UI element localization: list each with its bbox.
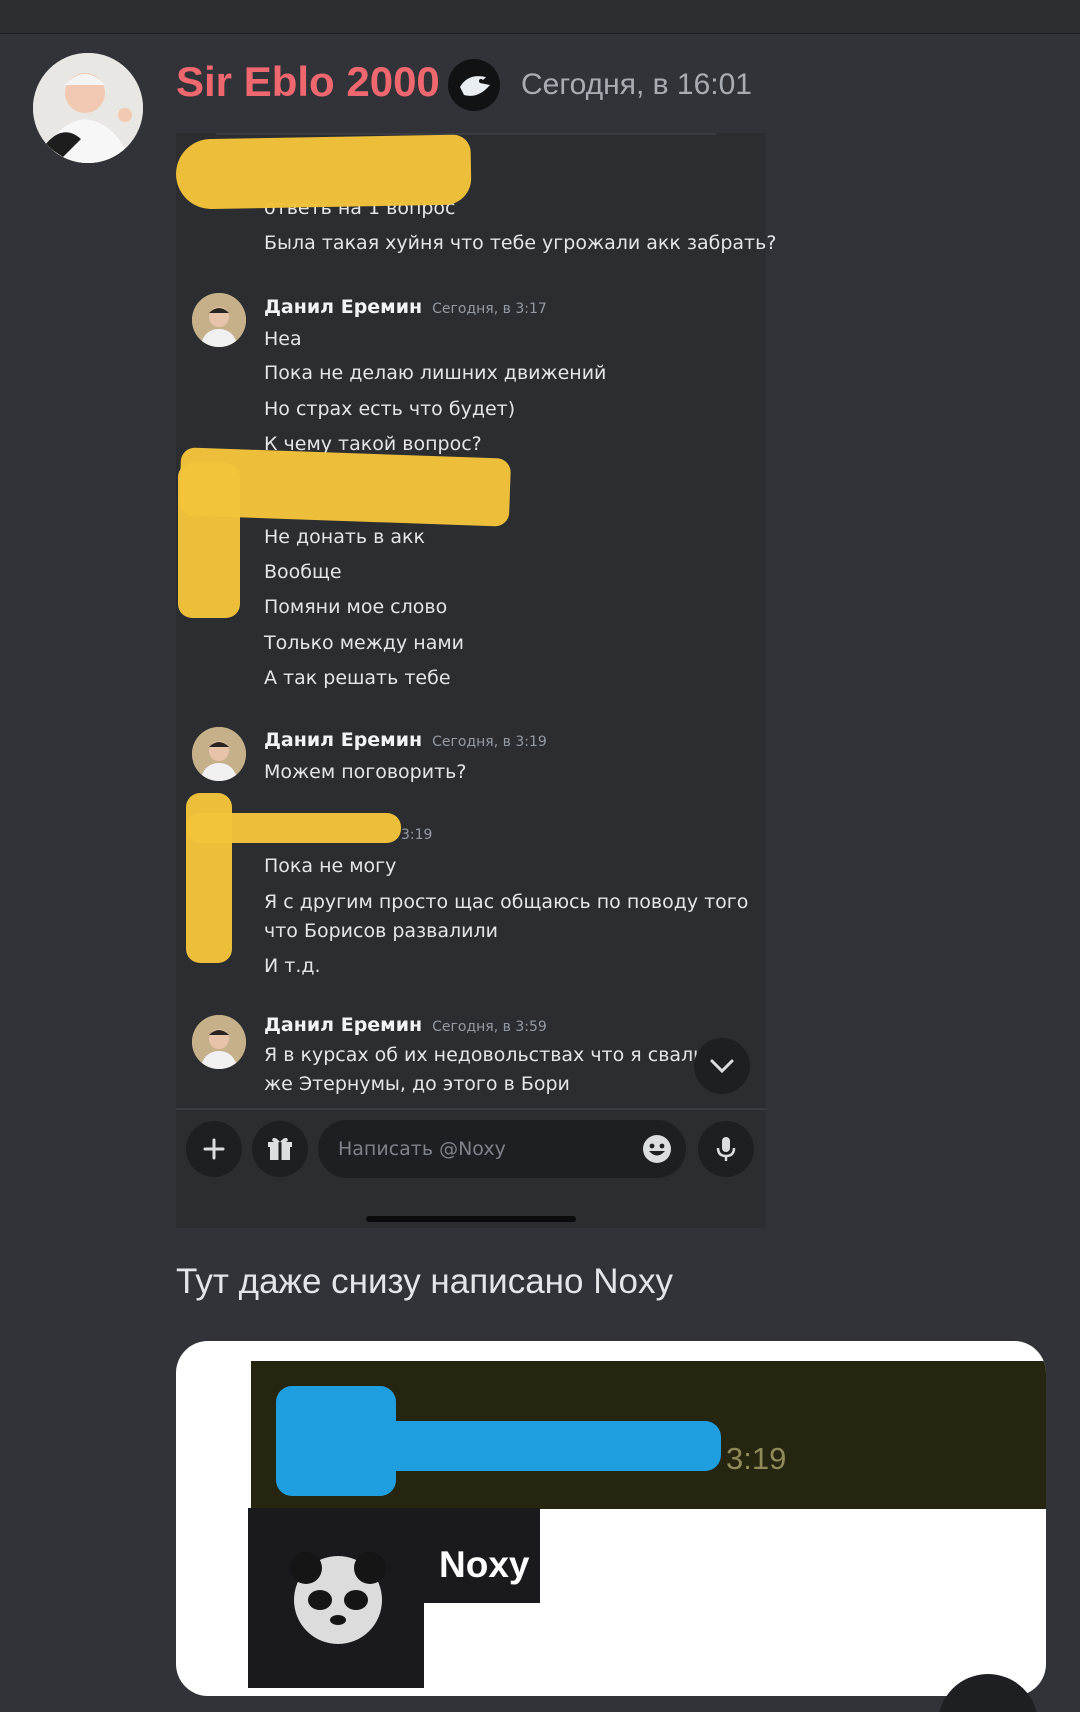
chevron-down-icon[interactable] (694, 1038, 750, 1094)
divider (176, 1108, 766, 1110)
message-line: Только между нами (264, 632, 465, 654)
home-indicator (366, 1216, 576, 1222)
avatar[interactable] (192, 1015, 246, 1069)
message-line: что Борисов развалили (264, 920, 498, 942)
bot-badge-icon (448, 59, 500, 111)
message-line: Я в курсах об их недовольствах что я сва… (264, 1044, 718, 1066)
message-line: Можем поговорить? (264, 761, 467, 783)
message-time: Сегодня, в 3:19 (432, 734, 547, 750)
gift-icon[interactable] (252, 1121, 308, 1177)
message-time: Сегодня, в 3:17 (432, 301, 547, 317)
message-line: Вообще (264, 561, 342, 583)
profile-avatar (248, 1508, 424, 1688)
message-line: Была такая хуйня что тебе угрожали акк з… (264, 232, 777, 254)
avatar[interactable] (192, 293, 246, 347)
avatar[interactable] (33, 53, 143, 163)
redaction-scribble (178, 463, 240, 618)
message-line: же Этернумы, до этого в Бори (264, 1073, 570, 1095)
embedded-image[interactable]: 3:19 Noxy (176, 1341, 1046, 1696)
message-line: Но страх есть что будет) (264, 398, 516, 420)
profile-name: Noxy (439, 1544, 530, 1585)
plus-icon[interactable] (186, 1121, 242, 1177)
redaction-scribble (276, 1421, 721, 1471)
timestamp: Сегодня, в 16:01 (521, 68, 752, 101)
author-label: Данил Еремин (264, 1014, 423, 1036)
author-label: Данил Еремин (264, 729, 423, 751)
redaction-scribble (186, 793, 232, 963)
message-line: И т.д. (264, 955, 321, 977)
message-line: Помяни мое слово (264, 596, 448, 618)
message-input[interactable]: Написать @Noxy (318, 1120, 686, 1178)
divider (216, 133, 716, 135)
embedded-screenshot: ответь на 1 вопрос Была такая хуйня что … (175, 133, 776, 1228)
author-label: Данил Еремин (264, 296, 423, 318)
redaction-scribble (175, 134, 472, 210)
message-line: А так решать тебе (264, 667, 451, 689)
top-bar (0, 0, 1080, 34)
message-time: Сегодня, в 3:59 (432, 1019, 547, 1035)
message-line: Неа (264, 328, 302, 350)
message-line: Пока не могу (264, 855, 397, 877)
message-time: 3:19 (726, 1441, 787, 1476)
microphone-icon[interactable] (698, 1121, 754, 1177)
input-placeholder: Написать @Noxy (338, 1138, 506, 1160)
message-time: 3:19 (401, 827, 433, 843)
message-line: Не донать в акк (264, 526, 425, 548)
message-line: Пока не делаю лишних движений (264, 362, 607, 384)
author-name[interactable]: Sir Eblo 2000 (176, 58, 440, 106)
avatar[interactable] (192, 727, 246, 781)
message-author[interactable]: Данил Еремин Сегодня, в 3:59 (264, 1014, 547, 1036)
message-author[interactable]: Данил Еремин Сегодня, в 3:17 (264, 296, 547, 318)
emoji-icon[interactable] (640, 1132, 674, 1166)
message-text: Тут даже снизу написано Noxy (176, 1262, 673, 1301)
message-line: Я с другим просто щас общаюсь по поводу … (264, 891, 749, 913)
message-author[interactable]: Данил Еремин Сегодня, в 3:19 (264, 729, 547, 751)
